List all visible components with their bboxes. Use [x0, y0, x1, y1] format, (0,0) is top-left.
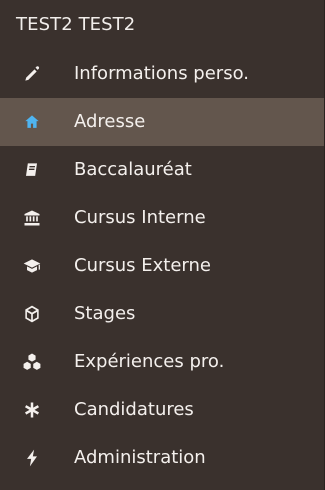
sidebar-item-label: Stages [74, 303, 136, 324]
sidebar: TEST2 TEST2 Informations perso. Adresse [0, 0, 325, 490]
sidebar-item-label: Administration [74, 447, 206, 468]
pencil-icon [22, 64, 42, 84]
sidebar-item-label: Candidatures [74, 399, 194, 420]
sidebar-item-label: Adresse [74, 111, 146, 132]
sidebar-item-candidatures[interactable]: Candidatures [0, 386, 324, 434]
graduation-cap-icon [22, 256, 42, 276]
sidebar-item-label: Cursus Interne [74, 207, 206, 228]
bolt-icon [22, 448, 42, 468]
sidebar-item-cursus-externe[interactable]: Cursus Externe [0, 242, 324, 290]
sidebar-item-administration[interactable]: Administration [0, 434, 324, 482]
institution-icon [22, 208, 42, 228]
home-icon [22, 112, 42, 132]
sidebar-item-stages[interactable]: Stages [0, 290, 324, 338]
sidebar-item-adresse[interactable]: Adresse [0, 98, 324, 146]
sidebar-item-experiences-pro[interactable]: Expériences pro. [0, 338, 324, 386]
user-name: TEST2 TEST2 [16, 14, 136, 35]
sidebar-item-informations-perso[interactable]: Informations perso. [0, 50, 324, 98]
sidebar-item-baccalaureat[interactable]: Baccalauréat [0, 146, 324, 194]
cube-icon [22, 304, 42, 324]
sidebar-item-label: Cursus Externe [74, 255, 211, 276]
sidebar-item-label: Expériences pro. [74, 351, 225, 372]
sidebar-item-label: Informations perso. [74, 63, 249, 84]
sidebar-item-label: Baccalauréat [74, 159, 192, 180]
book-icon [22, 160, 42, 180]
sidebar-item-cursus-interne[interactable]: Cursus Interne [0, 194, 324, 242]
cubes-icon [22, 352, 42, 372]
sidebar-nav: Informations perso. Adresse Baccalauréat [0, 50, 324, 482]
asterisk-icon [22, 400, 42, 420]
